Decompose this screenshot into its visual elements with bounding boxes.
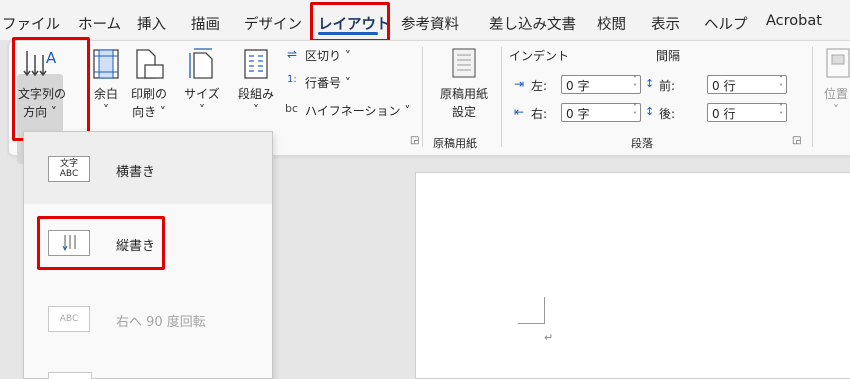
dropdown-item-partial-icon — [48, 372, 92, 379]
tab-review[interactable]: 校閲 — [597, 13, 626, 34]
paragraph-mark-icon: ↵ — [544, 331, 554, 344]
horizontal-text-icon: 文字 ABC — [48, 156, 90, 182]
svg-text:A: A — [46, 49, 57, 67]
separator — [422, 47, 423, 147]
tab-insert[interactable]: 挿入 — [137, 13, 166, 34]
dropdown-item-horizontal[interactable]: 文字 ABC 横書き — [24, 132, 272, 204]
menu-bar: ファイル ホーム 挿入 描画 デザイン レイアウト 参考資料 差し込み文書 校閲… — [0, 0, 850, 40]
vertical-text-icon — [48, 230, 90, 256]
spacing-before-value: 0 行 — [712, 79, 736, 93]
size-chevron[interactable]: ˅ — [181, 103, 223, 117]
spacing-title: 間隔 — [656, 49, 681, 63]
spin-arrows-icon[interactable]: ˄ ˅ — [633, 104, 637, 120]
text-direction-label-2: 方向 ˅ — [23, 105, 57, 119]
indent-left-label: 左: — [531, 79, 548, 93]
margins-icon — [93, 49, 119, 79]
dropdown-item-horizontal-label: 横書き — [116, 165, 156, 180]
spacing-after-label: 後: — [659, 107, 676, 121]
rotate90-text-icon: ABC — [48, 306, 90, 332]
tab-help[interactable]: ヘルプ — [704, 13, 748, 34]
columns-icon — [244, 49, 268, 79]
tab-home[interactable]: ホーム — [78, 13, 121, 34]
indent-left-input[interactable]: 0 字 ˄ ˅ — [561, 75, 641, 94]
paragraph-group-label: 段落 — [631, 137, 653, 150]
tab-view[interactable]: 表示 — [651, 13, 680, 34]
position-icon — [826, 48, 850, 78]
margin-corner-vertical — [544, 297, 545, 323]
genko-label-2[interactable]: 設定 — [429, 103, 499, 120]
columns-label[interactable]: 段組み — [235, 85, 277, 102]
line-numbers-button[interactable]: 行番号 ˅ — [305, 74, 351, 91]
orientation-icon — [136, 49, 164, 79]
margins-label[interactable]: 余白 — [89, 85, 123, 102]
tab-design[interactable]: デザイン — [244, 13, 302, 34]
genko-group-label: 原稿用紙 — [433, 137, 477, 150]
active-tab-underline — [318, 32, 378, 35]
tab-references[interactable]: 参考資料 — [401, 13, 459, 34]
margins-chevron[interactable]: ˅ — [89, 103, 123, 117]
spacing-after-icon: ↕ — [645, 105, 655, 118]
spacing-after-value: 0 行 — [712, 107, 736, 121]
breaks-icon: ⇌ — [287, 47, 298, 61]
tab-layout[interactable]: レイアウト — [318, 13, 391, 34]
dropdown-item-vertical[interactable]: 縦書き — [24, 208, 272, 280]
indent-left-icon: ⇥ — [514, 77, 525, 91]
spacing-after-input[interactable]: 0 行 ˄ ˅ — [707, 103, 787, 122]
tab-mailings[interactable]: 差し込み文書 — [489, 13, 576, 34]
document-page[interactable]: ↵ — [415, 172, 850, 379]
orientation-chevron[interactable]: 向き ˅ — [129, 103, 169, 120]
page-setup-launcher-icon[interactable]: ◲ — [410, 135, 419, 146]
indent-right-label: 右: — [531, 107, 548, 121]
indent-left-value: 0 字 — [566, 79, 590, 93]
genko-icon — [452, 48, 476, 78]
indent-right-value: 0 字 — [566, 107, 590, 121]
spacing-before-label: 前: — [659, 79, 676, 93]
columns-chevron[interactable]: ˅ — [235, 103, 277, 117]
spin-arrows-icon[interactable]: ˄ ˅ — [633, 76, 637, 92]
position-chevron[interactable]: ˅ — [819, 103, 850, 117]
indent-right-icon: ⇤ — [514, 105, 525, 119]
text-direction-label: 文字列の — [18, 87, 67, 101]
position-label[interactable]: 位置 — [819, 85, 850, 102]
paragraph-launcher-icon[interactable]: ◲ — [792, 135, 801, 146]
genko-label[interactable]: 原稿用紙 — [429, 85, 499, 102]
dropdown-item-rotate90-label: 右へ 90 度回転 — [116, 315, 206, 330]
spacing-before-input[interactable]: 0 行 ˄ ˅ — [707, 75, 787, 94]
indent-title: インデント — [509, 49, 570, 63]
spin-arrows-icon[interactable]: ˄ ˅ — [779, 104, 783, 120]
text-direction-dropdown: 文字 ABC 横書き 縦書き ABC 右へ 90 度回転 — [23, 131, 273, 379]
indent-right-input[interactable]: 0 字 ˄ ˅ — [561, 103, 641, 122]
margin-corner-horizontal — [518, 323, 545, 324]
vertical-text-glyph-icon — [62, 235, 76, 252]
size-icon — [189, 48, 213, 79]
hyphenation-button[interactable]: ハイフネーション ˅ — [305, 102, 410, 119]
tab-file[interactable]: ファイル — [2, 13, 60, 34]
orientation-label[interactable]: 印刷の — [129, 85, 169, 102]
tab-draw[interactable]: 描画 — [191, 13, 220, 34]
text-direction-icon: A — [23, 49, 57, 77]
spacing-before-icon: ↕ — [645, 77, 655, 90]
separator — [501, 47, 502, 147]
line-numbers-icon: 1: — [287, 74, 297, 85]
breaks-button[interactable]: 区切り ˅ — [305, 47, 351, 64]
tab-acrobat[interactable]: Acrobat — [766, 13, 822, 29]
size-label[interactable]: サイズ — [181, 85, 223, 102]
separator — [812, 47, 813, 147]
dropdown-item-rotate90: ABC 右へ 90 度回転 — [24, 280, 272, 352]
dropdown-item-vertical-label: 縦書き — [116, 239, 156, 254]
spin-arrows-icon[interactable]: ˄ ˅ — [779, 76, 783, 92]
hyphenation-icon: bc — [285, 102, 299, 115]
